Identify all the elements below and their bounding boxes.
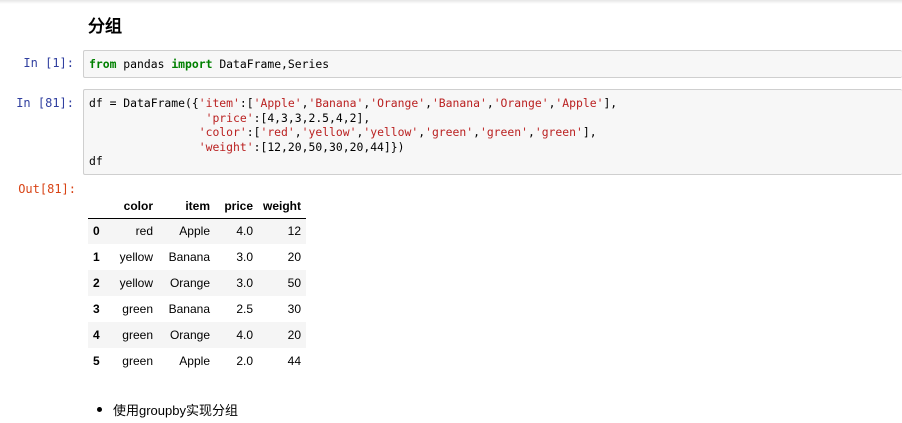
input-prompt-1: In [1]: [23,56,74,70]
code-text: , [473,125,480,139]
code-text: , [294,125,302,139]
code-string: 'yellow' [363,125,419,139]
column-header-item: item [158,194,215,219]
code-text: , [486,96,494,110]
cell-price: 2.5 [236,302,253,316]
cell-color: green [122,328,153,342]
cell-weight: 20 [287,328,301,342]
code-text: , [425,96,432,110]
column-header-price: price [215,194,258,219]
code-keyword: import [171,57,213,71]
code-string: 'red' [260,125,295,139]
code-text: :[ [239,96,254,110]
column-header-index [88,194,109,219]
column-header-weight: weight [258,194,306,219]
cell-weight: 12 [287,224,301,239]
column-header-color: color [109,194,158,219]
cell-weight: 20 [287,250,301,264]
code-text: :[ [246,125,261,139]
cell-item: Orange [169,276,210,290]
output-prompt-81: Out[81]: [18,182,76,196]
code-cell-1[interactable]: from pandas import DataFrame,Series [83,50,902,78]
cell-price: 4.0 [236,328,253,342]
code-line: 'color':['red','yellow','yellow','green'… [89,125,902,140]
dataframe-output: color item price weight 0 red Apple 4.0 … [88,194,306,374]
bullet-text: 使用groupby实现分组 [113,403,238,418]
code-line: df = DataFrame({'item':['Apple','Banana'… [89,96,902,111]
code-string: 'Banana' [431,96,487,110]
notebook-header-shadow [0,0,902,4]
cell-weight: 44 [287,354,301,368]
code-string: 'Apple' [555,96,604,110]
code-text: , [527,125,535,139]
table-row: 4 green Orange 4.0 20 [88,322,306,348]
code-string: 'green' [534,125,583,139]
code-string: 'Orange' [370,96,426,110]
cell-item: Banana [168,250,210,264]
code-string: 'color' [198,125,247,139]
cell-item: Banana [168,302,210,316]
code-string: 'item' [198,96,240,110]
code-text: :[12,20,50,30,20,44]}) [253,139,405,154]
cell-weight: 50 [287,276,301,290]
table-row: 0 red Apple 4.0 12 [88,218,306,244]
code-string: 'weight' [198,139,254,154]
cell-price: 2.0 [236,354,253,368]
cell-item: Orange [169,328,210,342]
code-text: df [89,154,103,168]
cell-color: red [135,224,153,239]
list-item: 使用groupby实现分组 [97,400,238,419]
cell-color: green [122,302,153,316]
code-line: 'weight':[12,20,50,30,20,44]}) [89,140,902,155]
dataframe-header-row: color item price weight [88,194,306,219]
code-line: df [89,154,902,169]
code-cell-81[interactable]: df = DataFrame({'item':['Apple','Banana'… [83,89,902,175]
code-text: ], [582,125,597,139]
code-string: 'Orange' [493,96,549,110]
code-text: df = DataFrame({ [89,96,199,110]
cell-color: yellow [119,250,153,264]
code-text: DataFrame,Series [212,57,330,71]
row-index: 2 [93,276,100,290]
code-string: 'green' [479,125,528,139]
markdown-bullet-list: 使用groupby实现分组 [97,400,238,419]
table-row: 1 yellow Banana 3.0 20 [88,244,306,270]
code-text: :[4,3,3,2.5,4,2], [253,110,371,125]
row-index: 3 [93,302,100,316]
table-row: 2 yellow Orange 3.0 50 [88,270,306,296]
bullet-dot-icon [97,407,102,412]
row-index: 4 [93,328,100,342]
cell-color: yellow [119,276,153,290]
row-index: 5 [93,354,100,368]
code-text: pandas [116,57,172,71]
cell-price: 3.0 [236,276,253,290]
code-string: 'Apple' [253,96,302,110]
code-string: 'price' [205,110,254,125]
code-string: 'Banana' [308,96,364,110]
cell-item: Apple [179,354,210,368]
cell-price: 4.0 [236,224,253,239]
row-index: 0 [93,224,100,239]
code-string: 'yellow' [301,125,357,139]
cell-price: 3.0 [236,250,253,264]
code-string: 'green' [425,125,474,139]
code-line: 'price':[4,3,3,2.5,4,2], [89,111,902,126]
table-row: 3 green Banana 2.5 30 [88,296,306,322]
code-line: from pandas import DataFrame,Series [89,57,902,72]
input-prompt-81: In [81]: [16,96,74,110]
cell-item: Apple [179,224,210,239]
code-text: ], [603,96,618,110]
cell-weight: 30 [287,302,301,316]
markdown-heading: 分组 [88,17,122,36]
code-keyword: from [89,57,117,71]
cell-color: green [122,354,153,368]
table-row: 5 green Apple 2.0 44 [88,348,306,374]
row-index: 1 [93,250,100,264]
